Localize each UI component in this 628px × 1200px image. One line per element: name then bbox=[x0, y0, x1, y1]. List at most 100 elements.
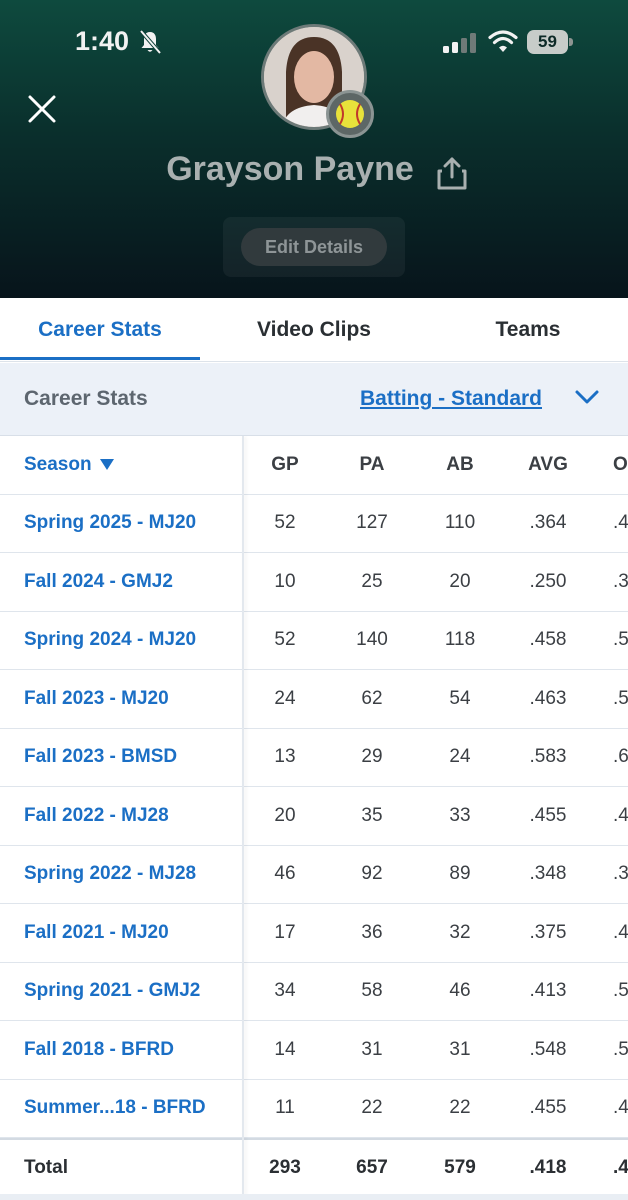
stat-type-dropdown[interactable]: Batting - Standard bbox=[360, 387, 542, 411]
table-row: Fall 2023 - BMSD 13 29 24 .583 .6 bbox=[0, 729, 628, 787]
close-icon[interactable] bbox=[26, 93, 58, 125]
edit-details-container: Edit Details bbox=[223, 217, 405, 277]
cell-gp: 13 bbox=[274, 746, 296, 768]
cell-pa: 25 bbox=[361, 570, 383, 592]
total-row: Total 293 657 579 .418 .4 bbox=[0, 1138, 628, 1197]
table-row: Fall 2023 - MJ20 24 62 54 .463 .5 bbox=[0, 670, 628, 729]
cell-avg: .463 bbox=[529, 687, 567, 709]
column-header-ab[interactable]: AB bbox=[420, 436, 500, 494]
cell-ab: 110 bbox=[444, 512, 476, 534]
table-row: Spring 2024 - MJ20 52 140 118 .458 .5 bbox=[0, 612, 628, 670]
tab-bar: Career Stats Video Clips Teams bbox=[0, 298, 628, 362]
cell-avg: .548 bbox=[529, 1038, 567, 1060]
cell-obp: .4 bbox=[613, 1097, 628, 1119]
season-link[interactable]: Spring 2025 - MJ20 bbox=[24, 495, 244, 553]
cell-pa: 31 bbox=[361, 1038, 383, 1060]
career-stats-table: Season GP PA AB AVG O Spring 2025 - MJ20… bbox=[0, 436, 628, 1200]
season-link[interactable]: Spring 2024 - MJ20 bbox=[24, 612, 244, 670]
cell-avg: .583 bbox=[529, 746, 567, 768]
season-link[interactable]: Fall 2023 - BMSD bbox=[24, 729, 244, 787]
table-row: Spring 2021 - GMJ2 34 58 46 .413 .5 bbox=[0, 963, 628, 1021]
cell-obp: .4 bbox=[613, 512, 628, 534]
cell-gp: 52 bbox=[274, 512, 296, 534]
column-header-pa[interactable]: PA bbox=[332, 436, 412, 494]
cell-avg: .455 bbox=[529, 804, 567, 826]
signal-icon bbox=[443, 33, 476, 53]
cell-gp: 11 bbox=[275, 1097, 295, 1119]
share-icon[interactable] bbox=[436, 157, 468, 191]
frozen-column-divider bbox=[242, 436, 244, 1200]
cell-obp: .4 bbox=[613, 921, 628, 943]
cell-ab: 31 bbox=[449, 1038, 471, 1060]
profile-header: 1:40 59 Grayson Payne Edit Details bbox=[0, 0, 628, 298]
cell-avg: .418 bbox=[529, 1156, 567, 1178]
cell-ab: 89 bbox=[449, 863, 471, 885]
cell-ab: 579 bbox=[444, 1156, 476, 1178]
cell-pa: 35 bbox=[361, 804, 383, 826]
cell-pa: 36 bbox=[361, 921, 383, 943]
cell-avg: .455 bbox=[529, 1097, 567, 1119]
softball-icon bbox=[336, 100, 364, 128]
bottom-strip bbox=[0, 1194, 628, 1200]
battery-indicator: 59 bbox=[527, 30, 573, 54]
cell-gp: 46 bbox=[274, 863, 296, 885]
tab-teams[interactable]: Teams bbox=[428, 298, 628, 362]
total-label: Total bbox=[24, 1156, 68, 1178]
player-name-row: Grayson Payne bbox=[0, 150, 628, 189]
season-link[interactable]: Fall 2022 - MJ28 bbox=[24, 787, 244, 845]
season-link[interactable]: Spring 2021 - GMJ2 bbox=[24, 963, 244, 1021]
cell-obp: .5 bbox=[613, 980, 628, 1002]
season-link[interactable]: Fall 2021 - MJ20 bbox=[24, 904, 244, 962]
battery-tip bbox=[569, 38, 573, 46]
table-header-row: Season GP PA AB AVG O bbox=[0, 436, 628, 495]
season-link[interactable]: Fall 2023 - MJ20 bbox=[24, 670, 244, 728]
cell-obp: .3 bbox=[613, 863, 628, 885]
cell-obp: .3 bbox=[613, 570, 628, 592]
cell-gp: 24 bbox=[274, 687, 296, 709]
cell-obp: .5 bbox=[613, 629, 628, 651]
cell-gp: 20 bbox=[274, 804, 296, 826]
cell-obp: .4 bbox=[613, 804, 628, 826]
cell-avg: .348 bbox=[529, 863, 567, 885]
season-link[interactable]: Spring 2022 - MJ28 bbox=[24, 846, 244, 904]
cell-obp: .4 bbox=[613, 1156, 628, 1178]
season-link[interactable]: Fall 2024 - GMJ2 bbox=[24, 553, 244, 611]
cell-avg: .413 bbox=[529, 980, 567, 1002]
cell-ab: 33 bbox=[449, 804, 471, 826]
cell-avg: .250 bbox=[529, 570, 567, 592]
cell-ab: 20 bbox=[449, 570, 471, 592]
column-header-avg[interactable]: AVG bbox=[508, 436, 588, 494]
cell-gp: 52 bbox=[274, 629, 296, 651]
table-row: Fall 2022 - MJ28 20 35 33 .455 .4 bbox=[0, 787, 628, 846]
column-header-label: Season bbox=[24, 453, 92, 475]
cell-pa: 58 bbox=[361, 980, 383, 1002]
cell-pa: 22 bbox=[361, 1097, 383, 1119]
cell-gp: 17 bbox=[274, 921, 296, 943]
sort-desc-icon bbox=[99, 459, 114, 471]
chevron-down-icon[interactable] bbox=[574, 384, 600, 410]
column-header-gp[interactable]: GP bbox=[245, 436, 325, 494]
column-header-season[interactable]: Season bbox=[24, 436, 244, 494]
cell-ab: 118 bbox=[444, 629, 476, 651]
cell-ab: 32 bbox=[449, 921, 471, 943]
table-row: Spring 2025 - MJ20 52 127 110 .364 .4 bbox=[0, 495, 628, 553]
tab-video-clips[interactable]: Video Clips bbox=[214, 298, 414, 362]
filter-label: Career Stats bbox=[24, 387, 148, 410]
column-header-obp[interactable]: O bbox=[586, 436, 628, 494]
table-row: Summer...18 - BFRD 11 22 22 .455 .4 bbox=[0, 1080, 628, 1138]
cell-pa: 92 bbox=[361, 863, 383, 885]
tab-career-stats[interactable]: Career Stats bbox=[0, 298, 200, 362]
cell-ab: 24 bbox=[449, 746, 471, 768]
wifi-icon bbox=[488, 30, 518, 52]
table-row: Fall 2024 - GMJ2 10 25 20 .250 .3 bbox=[0, 553, 628, 612]
cell-pa: 29 bbox=[361, 746, 383, 768]
season-link[interactable]: Fall 2018 - BFRD bbox=[24, 1021, 244, 1079]
cell-avg: .364 bbox=[529, 512, 567, 534]
cell-obp: .5 bbox=[613, 1038, 628, 1060]
bell-muted-icon bbox=[139, 29, 162, 55]
edit-details-button[interactable]: Edit Details bbox=[241, 228, 387, 266]
cell-avg: .375 bbox=[529, 921, 567, 943]
status-time: 1:40 bbox=[75, 26, 130, 56]
season-link[interactable]: Summer...18 - BFRD bbox=[24, 1080, 244, 1138]
table-row: Fall 2021 - MJ20 17 36 32 .375 .4 bbox=[0, 904, 628, 963]
